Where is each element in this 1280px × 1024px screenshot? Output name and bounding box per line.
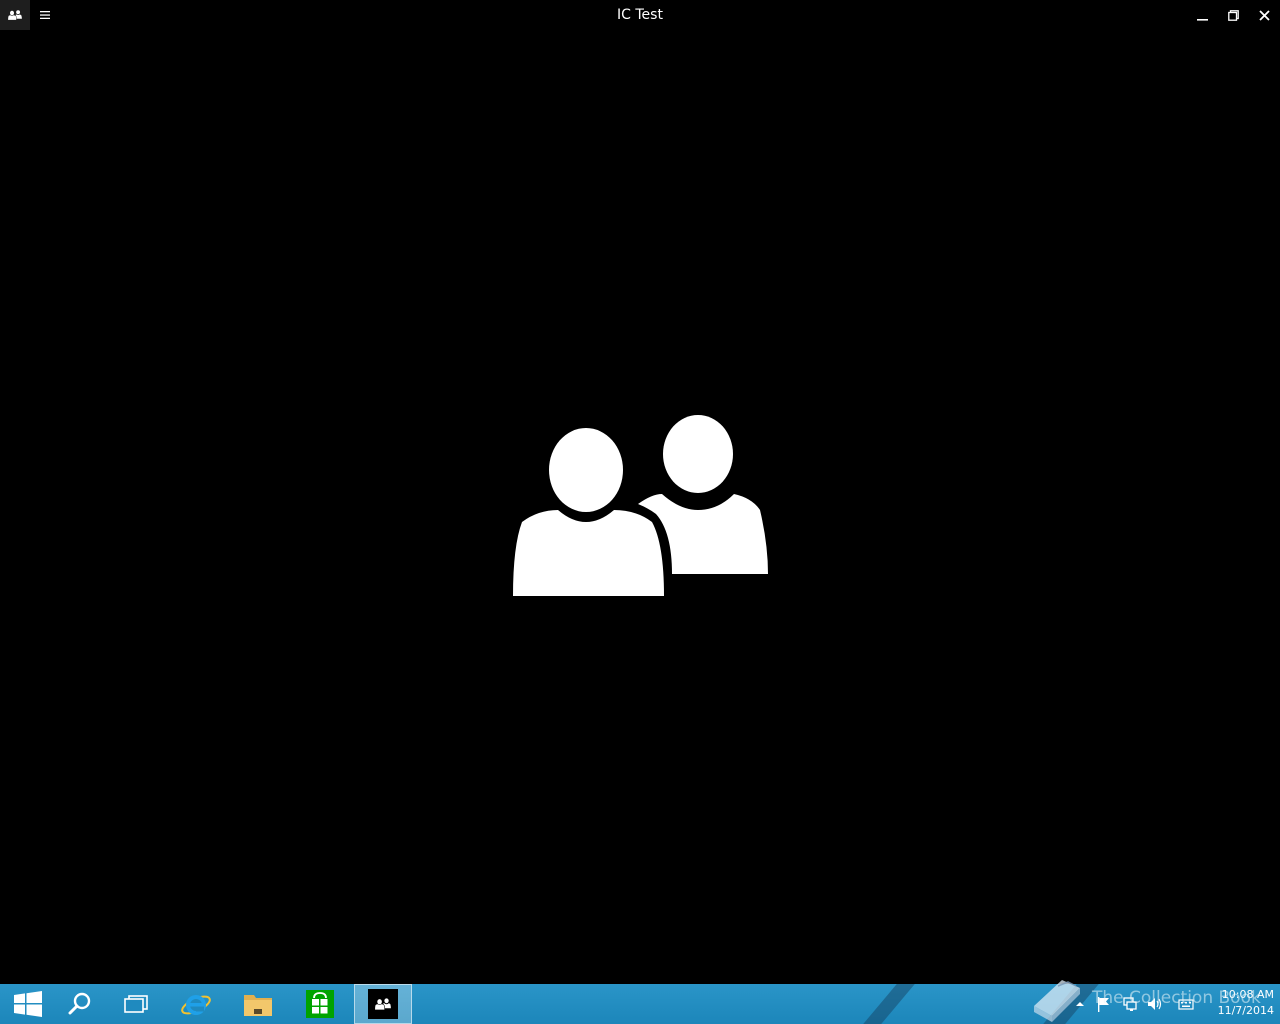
show-hidden-icons-button[interactable]: [1072, 984, 1088, 1024]
task-view-button[interactable]: [108, 984, 164, 1024]
taskbar-decoration: [854, 984, 924, 1024]
minimize-button[interactable]: [1187, 0, 1218, 30]
close-button[interactable]: [1249, 0, 1280, 30]
internet-explorer-button[interactable]: [168, 984, 224, 1024]
action-center-button[interactable]: [1094, 984, 1114, 1024]
search-button[interactable]: [52, 984, 108, 1024]
ic-test-tile: [368, 989, 398, 1019]
keyboard-button[interactable]: [1176, 984, 1196, 1024]
clock-time: 10:08 AM: [1221, 988, 1274, 1001]
folder-icon: [244, 995, 272, 1016]
task-view-icon: [124, 995, 148, 1013]
people-icon: [375, 998, 391, 1010]
taskbar: 10:08 AM 11/7/2014: [0, 984, 1280, 1024]
internet-explorer-icon: [181, 995, 211, 1015]
menu-button[interactable]: [30, 0, 60, 30]
network-button[interactable]: [1120, 984, 1140, 1024]
flag-icon: [1098, 997, 1109, 1012]
ic-test-taskbar-button[interactable]: [354, 984, 412, 1024]
app-icon-button[interactable]: [0, 0, 30, 30]
restore-button[interactable]: [1218, 0, 1249, 30]
clock-date: 11/7/2014: [1217, 1004, 1274, 1017]
minimize-icon: [1197, 18, 1208, 21]
splash-screen: [508, 414, 770, 600]
store-button[interactable]: [292, 984, 348, 1024]
volume-button[interactable]: [1145, 984, 1165, 1024]
close-icon: [1259, 9, 1270, 21]
window-title: IC Test: [617, 7, 663, 23]
taskbar-clock[interactable]: 10:08 AM 11/7/2014: [1198, 987, 1274, 1019]
title-bar: IC Test: [0, 0, 1280, 30]
chevron-up-icon: [1076, 1002, 1084, 1006]
file-explorer-button[interactable]: [230, 984, 286, 1024]
keyboard-icon: [1178, 999, 1194, 1010]
windows-logo-icon: [14, 991, 42, 1017]
search-icon: [68, 992, 91, 1015]
people-icon: [508, 415, 768, 600]
store-icon: [306, 990, 334, 1018]
hamburger-menu-icon: [40, 11, 50, 19]
people-icon: [8, 10, 22, 20]
start-button[interactable]: [0, 984, 56, 1024]
volume-icon: [1148, 998, 1162, 1010]
restore-icon: [1228, 9, 1239, 21]
network-icon: [1123, 997, 1137, 1011]
